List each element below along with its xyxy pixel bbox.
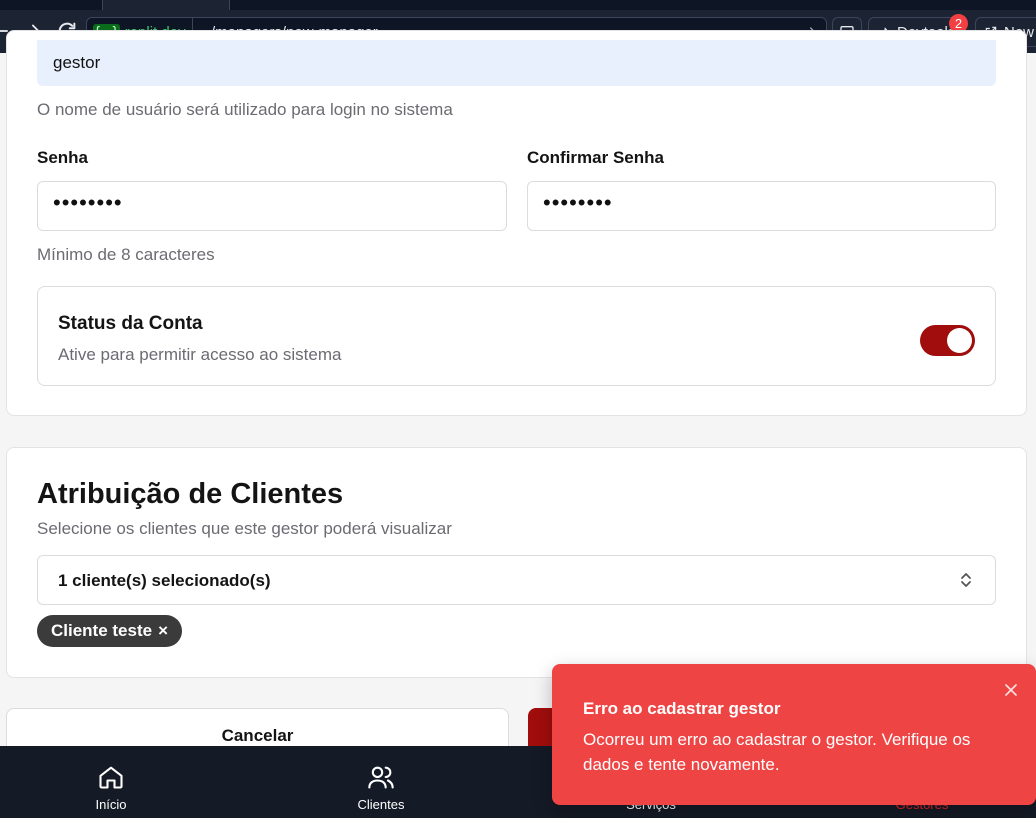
client-chip: Cliente teste × [37,615,183,647]
cancel-label: Cancelar [221,726,294,745]
nav-label-clientes: Clientes [357,797,405,812]
home-icon [99,766,123,789]
error-toast: Erro ao cadastrar gestor Ocorreu um erro… [552,664,1036,805]
nav-item-clientes[interactable]: Clientes [321,746,441,818]
toast-title: Erro ao cadastrar gestor [583,699,781,718]
clients-select-value: 1 cliente(s) selecionado(s) [58,571,271,590]
client-chip-label: Cliente teste [51,621,153,640]
clients-title: Atribuição de Clientes [37,478,344,510]
confirm-password-value: •••••••• [543,190,613,215]
users-icon [368,766,394,789]
nav-item-inicio[interactable]: Início [51,746,171,818]
password-input[interactable]: •••••••• [37,181,507,231]
username-value: gestor [53,53,101,72]
confirm-password-input[interactable]: •••••••• [527,181,996,231]
toggle-knob [947,328,972,353]
status-description: Ative para permitir acesso ao sistema [58,345,342,364]
chip-remove-icon[interactable]: × [158,621,168,641]
password-label: Senha [37,148,89,167]
nav-label-inicio: Início [95,797,127,812]
browser-tab[interactable] [102,0,230,10]
clients-subtitle: Selecione os clientes que este gestor po… [37,519,452,538]
confirm-password-label: Confirmar Senha [527,148,664,167]
password-value: •••••••• [53,190,123,215]
username-hint: O nome de usuário será utilizado para lo… [37,100,453,119]
close-icon[interactable] [1004,683,1018,697]
status-panel: Status da Conta Ative para permitir aces… [37,286,996,386]
chevron-up-down-icon [961,573,971,587]
status-title: Status da Conta [58,313,203,334]
clients-select[interactable]: 1 cliente(s) selecionado(s) [37,555,996,605]
account-status-toggle[interactable] [920,325,975,356]
toast-description: Ocorreu um erro ao cadastrar o gestor. V… [583,730,971,774]
password-hint: Mínimo de 8 caracteres [37,245,215,264]
username-input[interactable]: gestor [37,40,996,86]
